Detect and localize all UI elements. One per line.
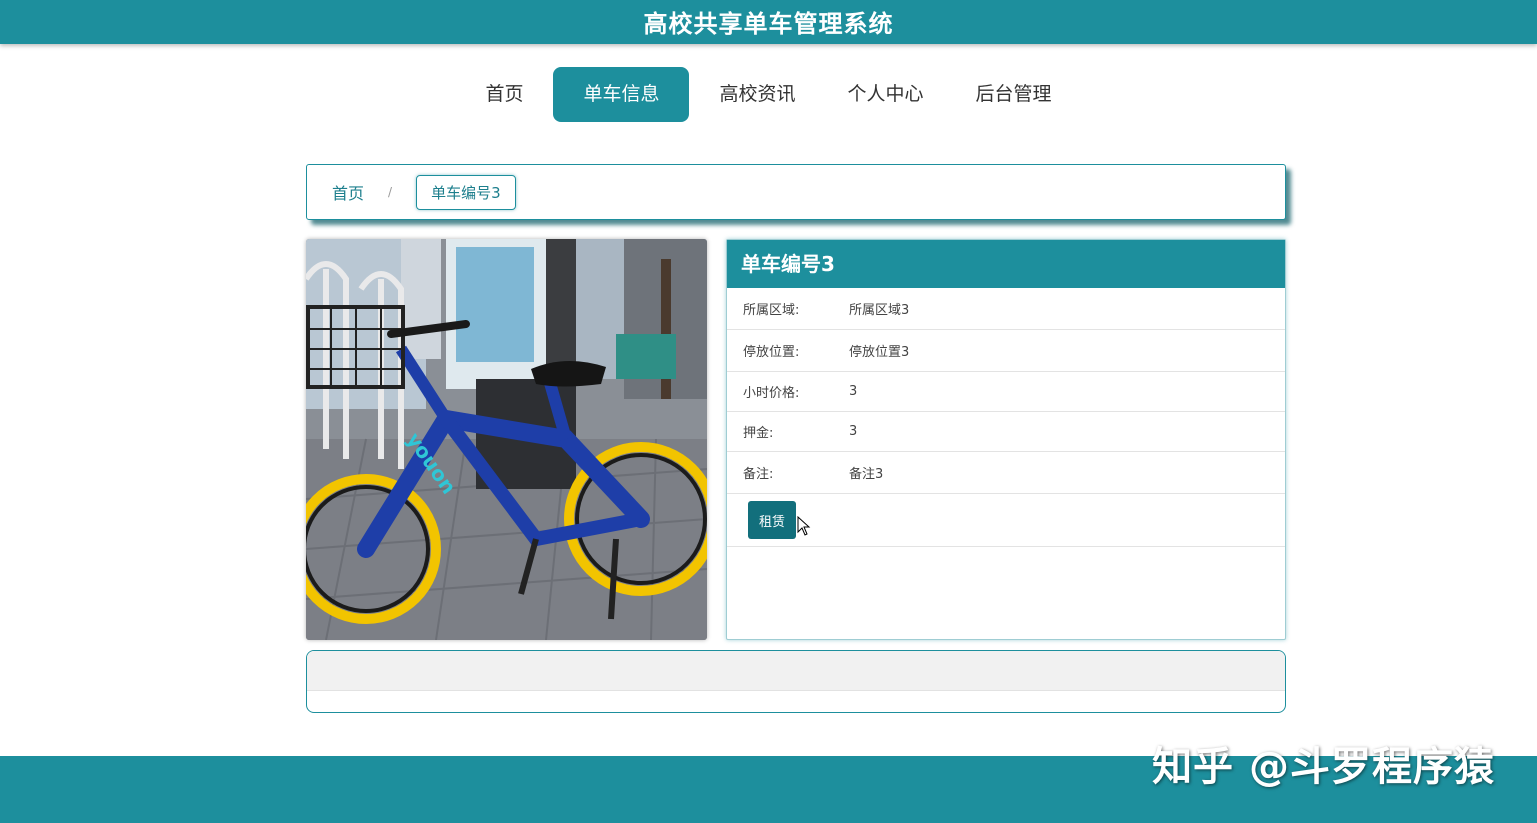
field-value: 3 <box>849 384 858 399</box>
comments-panel <box>306 650 1286 713</box>
bike-detail-panel: 单车编号3 所属区域: 所属区域3 停放位置: 停放位置3 小时价格: 3 押金… <box>726 239 1286 640</box>
nav-item-personal-center[interactable]: 个人中心 <box>826 67 946 122</box>
bike-illustration: youon <box>306 239 707 640</box>
field-label: 押金: <box>743 426 774 441</box>
field-value: 3 <box>849 424 858 439</box>
main-nav: 首页 单车信息 高校资讯 个人中心 后台管理 <box>0 67 1537 122</box>
breadcrumb: 首页 / 单车编号3 <box>306 164 1286 220</box>
field-label: 所属区域: <box>743 303 800 318</box>
field-value: 所属区域3 <box>849 303 910 318</box>
mouse-cursor-icon <box>797 516 811 536</box>
detail-row-area: 所属区域: 所属区域3 <box>727 288 1285 330</box>
top-header-bar: 高校共享单车管理系统 <box>0 0 1537 44</box>
field-label: 小时价格: <box>743 386 800 401</box>
rent-button[interactable]: 租赁 <box>748 501 796 539</box>
detail-title: 单车编号3 <box>727 240 1285 288</box>
breadcrumb-home-link[interactable]: 首页 <box>332 180 364 204</box>
watermark-text: 知乎 @斗罗程序猿 <box>1152 744 1495 790</box>
detail-actions: 租赁 <box>727 494 1285 547</box>
comments-header <box>307 651 1285 691</box>
detail-row-remarks: 备注: 备注3 <box>727 452 1285 494</box>
detail-row-location: 停放位置: 停放位置3 <box>727 330 1285 372</box>
nav-item-bike-info[interactable]: 单车信息 <box>553 67 690 122</box>
site-title: 高校共享单车管理系统 <box>643 10 894 38</box>
breadcrumb-current: 单车编号3 <box>416 174 516 210</box>
detail-row-deposit: 押金: 3 <box>727 412 1285 452</box>
nav-item-campus-news[interactable]: 高校资讯 <box>697 67 817 122</box>
field-value: 备注3 <box>849 467 884 482</box>
field-label: 停放位置: <box>743 345 800 360</box>
breadcrumb-separator: / <box>388 185 393 199</box>
bike-photo: youon <box>306 239 707 640</box>
field-value: 停放位置3 <box>849 345 910 360</box>
field-label: 备注: <box>743 467 774 482</box>
detail-row-hourly-price: 小时价格: 3 <box>727 372 1285 412</box>
nav-item-admin[interactable]: 后台管理 <box>954 67 1074 122</box>
nav-item-home[interactable]: 首页 <box>463 67 545 122</box>
